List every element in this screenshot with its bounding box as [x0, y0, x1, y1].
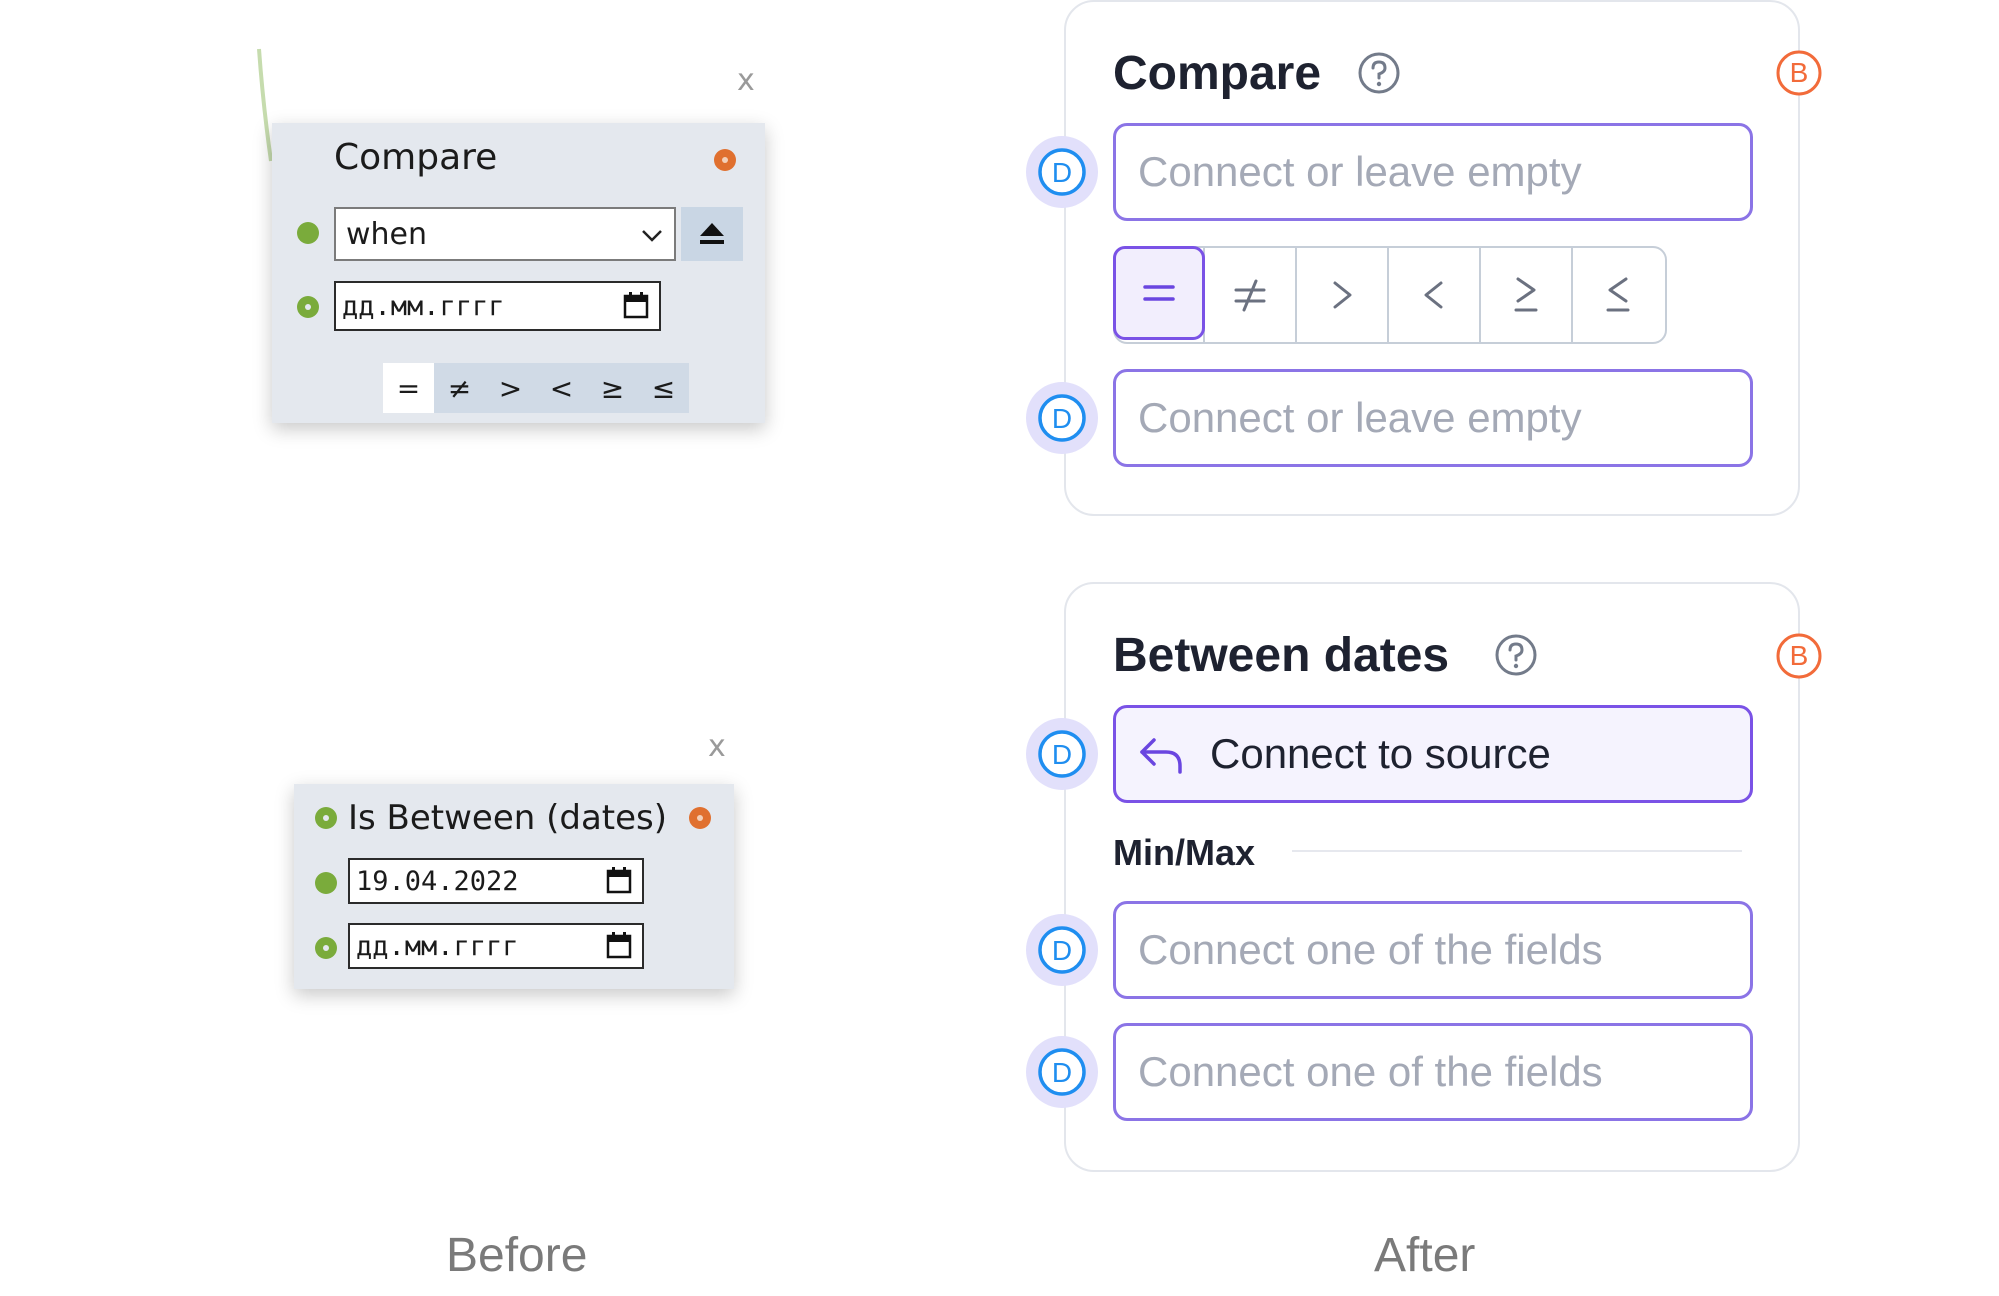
not-equal-icon [1234, 279, 1266, 312]
badge-d-letter: D [1052, 157, 1072, 188]
eject-button[interactable] [681, 207, 743, 261]
input-port[interactable] [315, 937, 337, 959]
help-icon[interactable] [1494, 633, 1538, 677]
reply-arrow-icon [1140, 738, 1182, 774]
operator-not-equal[interactable] [1203, 248, 1295, 342]
after-caption: After [1374, 1229, 1476, 1282]
source-label: Connect to source [1210, 730, 1551, 777]
output-port[interactable] [689, 807, 711, 829]
date-input[interactable]: 19.04.2022 [348, 858, 644, 904]
select-value: when [346, 216, 428, 252]
card-title: Compare [1113, 47, 1322, 100]
badge-b-letter: B [1790, 640, 1809, 671]
date-placeholder: дд.мм.гггг [356, 930, 519, 962]
badge-d-letter: D [1052, 1057, 1072, 1088]
output-port[interactable] [714, 149, 736, 171]
operator-not-equal[interactable]: ≠ [434, 363, 485, 413]
input-badge-d-icon[interactable]: D [1025, 717, 1099, 791]
eject-icon [700, 223, 724, 244]
operator-less-equal[interactable] [1571, 248, 1663, 342]
card-title: Between dates [1113, 629, 1450, 682]
operator-greater-equal[interactable]: ≥ [587, 363, 638, 413]
less-equal-icon [1606, 277, 1630, 312]
operator-greater[interactable] [1295, 248, 1387, 342]
operator-less-equal[interactable]: ≤ [638, 363, 689, 413]
before-caption: Before [446, 1229, 588, 1282]
operator-equal[interactable]: = [383, 363, 434, 413]
input-badge-d-icon[interactable]: D [1025, 381, 1099, 455]
close-button[interactable]: x [708, 732, 726, 762]
badge-d-letter: D [1052, 403, 1072, 434]
field-placeholder: Connect one of the fields [1138, 926, 1603, 973]
minmax-divider [1292, 850, 1742, 852]
greater-than-icon [1333, 281, 1352, 309]
node-title: Is Between (dates) [348, 798, 668, 838]
operator-buttons: = ≠ > < ≥ ≤ [383, 363, 689, 413]
operator-less[interactable]: < [536, 363, 587, 413]
input-port[interactable] [297, 222, 319, 244]
compare-input-1[interactable]: Connect or leave empty [1113, 123, 1753, 221]
operator-greater[interactable]: > [485, 363, 536, 413]
date-placeholder: дд.мм.гггг [342, 290, 505, 322]
input-port[interactable] [315, 807, 337, 829]
compare-node-old: Compare when дд.мм.гггг = ≠ > < ≥ ≤ [272, 123, 765, 423]
operator-segmented-control [1113, 246, 1667, 344]
badge-d-letter: D [1052, 739, 1072, 770]
greater-equal-icon [1514, 277, 1538, 312]
close-button[interactable]: x [737, 66, 755, 96]
input-port[interactable] [297, 296, 319, 318]
minmax-label: Min/Max [1113, 832, 1256, 873]
less-than-icon [1424, 281, 1443, 309]
between-node-old: Is Between (dates) 19.04.2022 дд.мм.гггг [294, 784, 734, 989]
input-badge-d-icon[interactable]: D [1025, 135, 1099, 209]
field-placeholder: Connect one of the fields [1138, 1048, 1603, 1095]
equal-icon [1143, 285, 1175, 301]
output-badge-b-icon[interactable]: B [1775, 632, 1823, 680]
calendar-icon[interactable] [606, 866, 632, 894]
input-port[interactable] [315, 872, 337, 894]
date-value: 19.04.2022 [356, 865, 519, 897]
date-input[interactable]: дд.мм.гггг [348, 923, 644, 969]
output-badge-b-icon[interactable]: B [1775, 49, 1823, 97]
field-placeholder: Connect or leave empty [1138, 394, 1582, 441]
node-title: Compare [334, 137, 498, 178]
max-date-input[interactable]: Connect one of the fields [1113, 1023, 1753, 1121]
operand-select[interactable]: when [334, 207, 676, 261]
help-icon[interactable] [1357, 51, 1401, 95]
badge-d-letter: D [1052, 935, 1072, 966]
field-placeholder: Connect or leave empty [1138, 148, 1582, 195]
input-badge-d-icon[interactable]: D [1025, 1035, 1099, 1109]
badge-b-letter: B [1790, 57, 1809, 88]
operator-greater-equal[interactable] [1479, 248, 1571, 342]
calendar-icon[interactable] [623, 291, 649, 319]
input-badge-d-icon[interactable]: D [1025, 913, 1099, 987]
date-input[interactable]: дд.мм.гггг [334, 281, 661, 331]
operator-equal[interactable] [1113, 246, 1205, 340]
calendar-icon[interactable] [606, 931, 632, 959]
connect-to-source-button[interactable]: Connect to source [1113, 705, 1753, 803]
operator-less[interactable] [1387, 248, 1479, 342]
compare-input-2[interactable]: Connect or leave empty [1113, 369, 1753, 467]
chevron-down-icon [642, 230, 662, 242]
min-date-input[interactable]: Connect one of the fields [1113, 901, 1753, 999]
